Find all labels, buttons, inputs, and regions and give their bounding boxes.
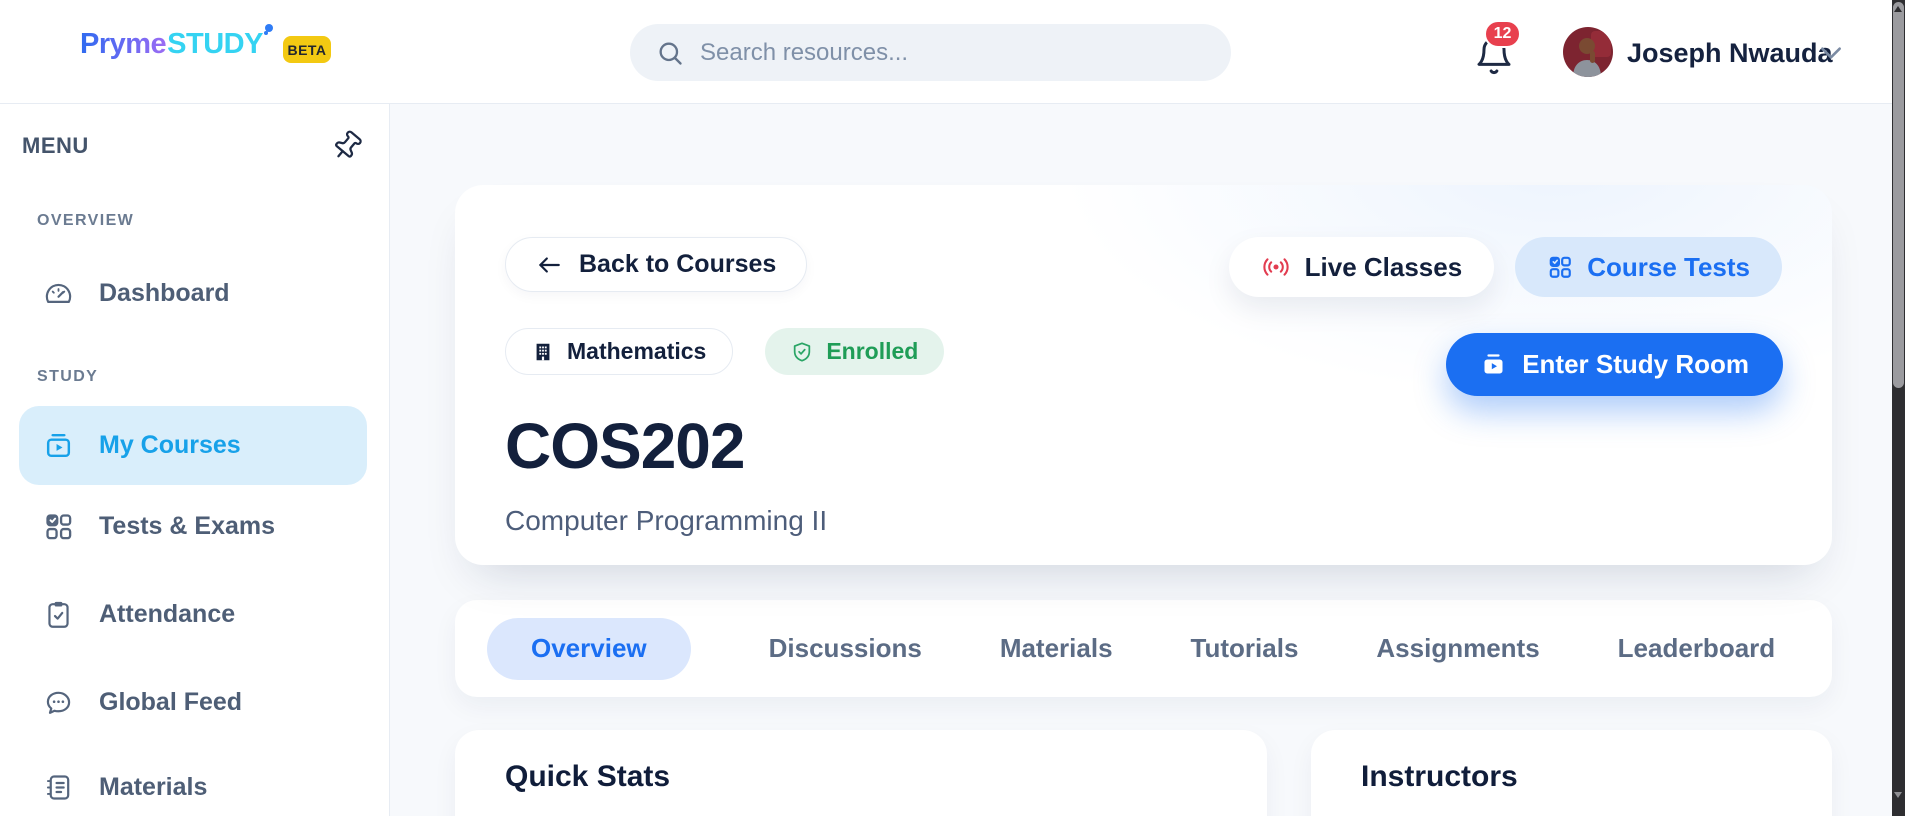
user-name[interactable]: Joseph Nwauda xyxy=(1627,38,1833,69)
top-bar: PrymeSTUDY BETA 12 J xyxy=(0,0,1892,104)
search-icon xyxy=(656,39,684,67)
beta-badge: BETA xyxy=(283,36,331,63)
clipboard-check-icon xyxy=(43,599,74,630)
checkbox-grid-icon xyxy=(43,511,74,542)
sidebar-item-attendance[interactable]: Attendance xyxy=(0,585,389,643)
subject-badge: Mathematics xyxy=(505,328,733,375)
pin-icon xyxy=(324,123,369,168)
instructors-title: Instructors xyxy=(1361,760,1782,794)
sidebar-item-label: Tests & Exams xyxy=(99,512,275,541)
tab-tutorials[interactable]: Tutorials xyxy=(1191,633,1299,664)
course-code: COS202 xyxy=(505,409,1782,483)
sparkle-icon xyxy=(265,24,273,32)
quick-stats-panel: Quick Stats Snapshot of activity for thi… xyxy=(455,730,1267,816)
back-button-label: Back to Courses xyxy=(579,250,776,279)
live-radio-icon xyxy=(1261,254,1291,280)
enter-study-room-label: Enter Study Room xyxy=(1522,349,1749,380)
main-content: Back to Courses Live Classes xyxy=(390,104,1892,816)
course-tab-bar: Overview Discussions Materials Tutorials… xyxy=(455,600,1832,697)
scrollbar-down-arrow[interactable] xyxy=(1894,792,1902,798)
app-root: PrymeSTUDY BETA 12 J xyxy=(0,0,1905,816)
instructors-panel: Instructors Active tutors for this cours… xyxy=(1311,730,1832,816)
app-logo[interactable]: PrymeSTUDY xyxy=(80,28,263,61)
shield-check-icon xyxy=(791,341,813,363)
enrolled-badge-label: Enrolled xyxy=(826,338,918,365)
sidebar-section-overview: OVERVIEW xyxy=(37,212,389,230)
tab-materials[interactable]: Materials xyxy=(1000,633,1113,664)
scrollbar-up-arrow[interactable] xyxy=(1894,6,1902,12)
sidebar-item-dashboard[interactable]: Dashboard xyxy=(0,264,389,322)
sidebar-item-global-feed[interactable]: Global Feed xyxy=(0,673,389,731)
sidebar-item-materials[interactable]: Materials xyxy=(0,758,389,816)
tab-overview[interactable]: Overview xyxy=(487,618,691,680)
enrolled-badge: Enrolled xyxy=(765,328,944,375)
logo-text-study: STUDY xyxy=(167,28,263,60)
avatar[interactable] xyxy=(1563,27,1613,77)
chat-bubble-icon xyxy=(43,687,74,718)
scrollbar-thumb[interactable] xyxy=(1893,2,1904,388)
tab-assignments[interactable]: Assignments xyxy=(1376,633,1539,664)
sidebar-item-label: Attendance xyxy=(99,600,235,629)
subject-badge-label: Mathematics xyxy=(567,338,706,365)
sidebar-item-tests-exams[interactable]: Tests & Exams xyxy=(0,497,389,555)
pin-sidebar-button[interactable] xyxy=(331,130,363,162)
sidebar-section-study: STUDY xyxy=(37,368,389,386)
checkbox-grid-icon xyxy=(1547,254,1573,280)
study-room-video-icon xyxy=(1480,351,1507,378)
quick-stats-title: Quick Stats xyxy=(505,760,1217,794)
search-input[interactable] xyxy=(700,39,1205,67)
sidebar-item-label: Dashboard xyxy=(99,279,230,308)
course-header-card: Back to Courses Live Classes xyxy=(455,185,1832,565)
chevron-down-icon[interactable] xyxy=(1818,44,1844,62)
arrow-left-icon xyxy=(536,254,562,276)
back-to-courses-button[interactable]: Back to Courses xyxy=(505,237,807,292)
avatar-image xyxy=(1563,27,1613,77)
sidebar-item-label: Global Feed xyxy=(99,688,242,717)
video-course-icon xyxy=(43,430,74,461)
tab-leaderboard[interactable]: Leaderboard xyxy=(1618,633,1776,664)
notification-count-badge: 12 xyxy=(1484,20,1521,48)
sidebar-item-label: Materials xyxy=(99,773,207,802)
sidebar-item-label: My Courses xyxy=(99,431,241,460)
sidebar-menu-title: MENU xyxy=(22,133,89,159)
course-title: Computer Programming II xyxy=(505,505,1782,537)
live-classes-label: Live Classes xyxy=(1305,252,1463,283)
building-icon xyxy=(532,341,554,363)
search-bar[interactable] xyxy=(630,24,1231,81)
gauge-icon xyxy=(43,278,74,309)
course-tests-label: Course Tests xyxy=(1587,252,1750,283)
notebook-icon xyxy=(43,772,74,803)
logo-text-pryme: Pryme xyxy=(80,28,166,60)
scrollbar-track[interactable] xyxy=(1892,0,1905,816)
course-tests-button[interactable]: Course Tests xyxy=(1515,237,1782,297)
sidebar: MENU OVERVIEW Dashboard STUDY xyxy=(0,104,390,816)
notifications-button[interactable]: 12 xyxy=(1474,34,1514,78)
live-classes-button[interactable]: Live Classes xyxy=(1229,237,1495,297)
tab-discussions[interactable]: Discussions xyxy=(769,633,922,664)
sidebar-item-my-courses[interactable]: My Courses xyxy=(19,406,367,485)
enter-study-room-button[interactable]: Enter Study Room xyxy=(1446,333,1783,396)
